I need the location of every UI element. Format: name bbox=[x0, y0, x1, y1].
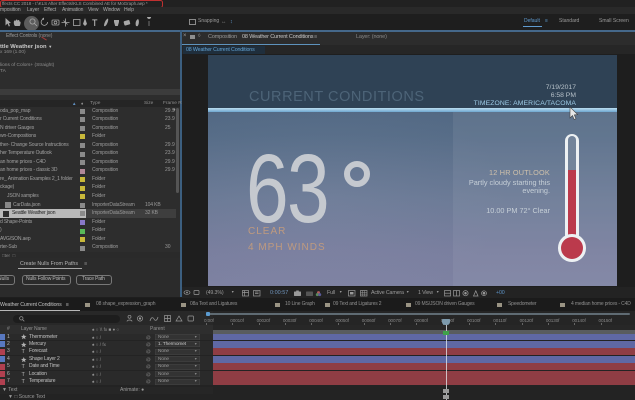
svg-text:T: T bbox=[92, 18, 98, 28]
